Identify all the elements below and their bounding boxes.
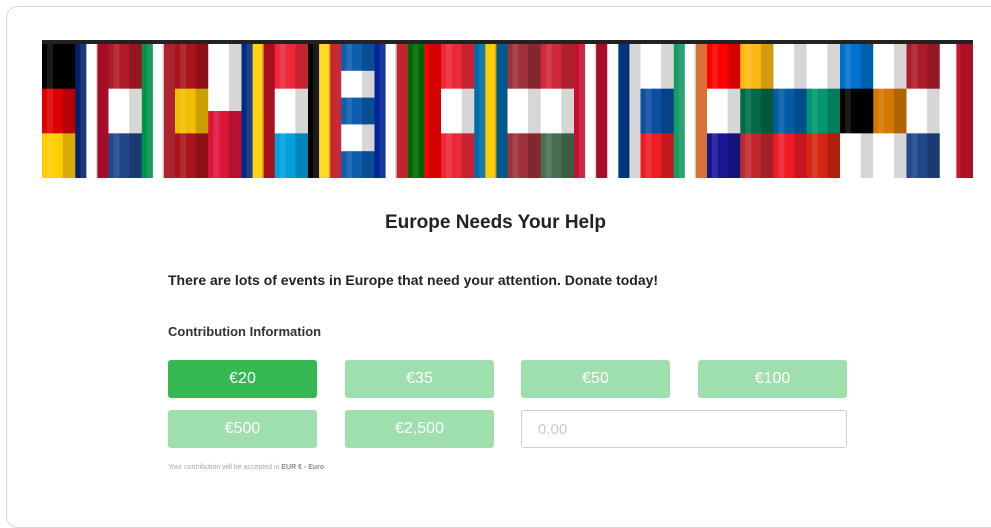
amount-button-2500[interactable]: €2,500: [345, 410, 494, 448]
flag-hungary: [540, 44, 575, 178]
currency-note-prefix: Your contribution will be accepted in: [168, 464, 280, 471]
currency-note: Your contribution will be accepted in EU…: [168, 464, 324, 471]
flag-netherlands-2: [906, 44, 941, 178]
flag-romania: [241, 44, 276, 178]
flag-cyprus: [873, 44, 908, 178]
flag-croatia: [707, 44, 741, 178]
page-title: Europe Needs Your Help: [384, 212, 606, 233]
amount-button-100[interactable]: €100: [698, 360, 847, 398]
flag-portugal: [407, 44, 442, 178]
flag-spain: [175, 44, 209, 178]
amount-button-35[interactable]: €35: [345, 360, 494, 398]
flag-poland: [208, 44, 243, 178]
eu-flags-banner: [42, 40, 973, 178]
flag-luxembourg: [274, 44, 309, 178]
flag-denmark: [574, 44, 608, 178]
flag-austria: [441, 44, 475, 178]
flag-france: [374, 44, 409, 178]
amount-button-50[interactable]: €50: [521, 360, 670, 398]
flag-greece: [341, 44, 376, 178]
flag-latvia: [507, 44, 542, 178]
flag-estonia: [840, 44, 874, 178]
flag-slovenia: [773, 44, 808, 178]
currency-note-currency: EUR € - Euro: [281, 464, 325, 471]
flag-bulgaria: [806, 44, 841, 178]
flag-belgium: [308, 44, 342, 178]
contribution-section-label: Contribution Information: [168, 324, 322, 339]
flag-united-kingdom: [75, 44, 110, 178]
flag-netherlands: [108, 44, 143, 178]
intro-text: There are lots of events in Europe that …: [168, 272, 659, 288]
amount-button-20[interactable]: €20: [168, 360, 317, 398]
flag-italy: [141, 44, 176, 178]
flag-malta: [939, 44, 973, 178]
amount-button-500[interactable]: €500: [168, 410, 317, 448]
flag-sweden: [474, 44, 509, 178]
flag-lithuania: [740, 44, 775, 178]
flag-ireland: [673, 44, 708, 178]
flag-slovakia: [640, 44, 675, 178]
custom-amount-input[interactable]: [521, 410, 847, 448]
flag-germany: [42, 44, 76, 178]
flags-image: [42, 40, 973, 178]
flag-finland: [607, 44, 642, 178]
